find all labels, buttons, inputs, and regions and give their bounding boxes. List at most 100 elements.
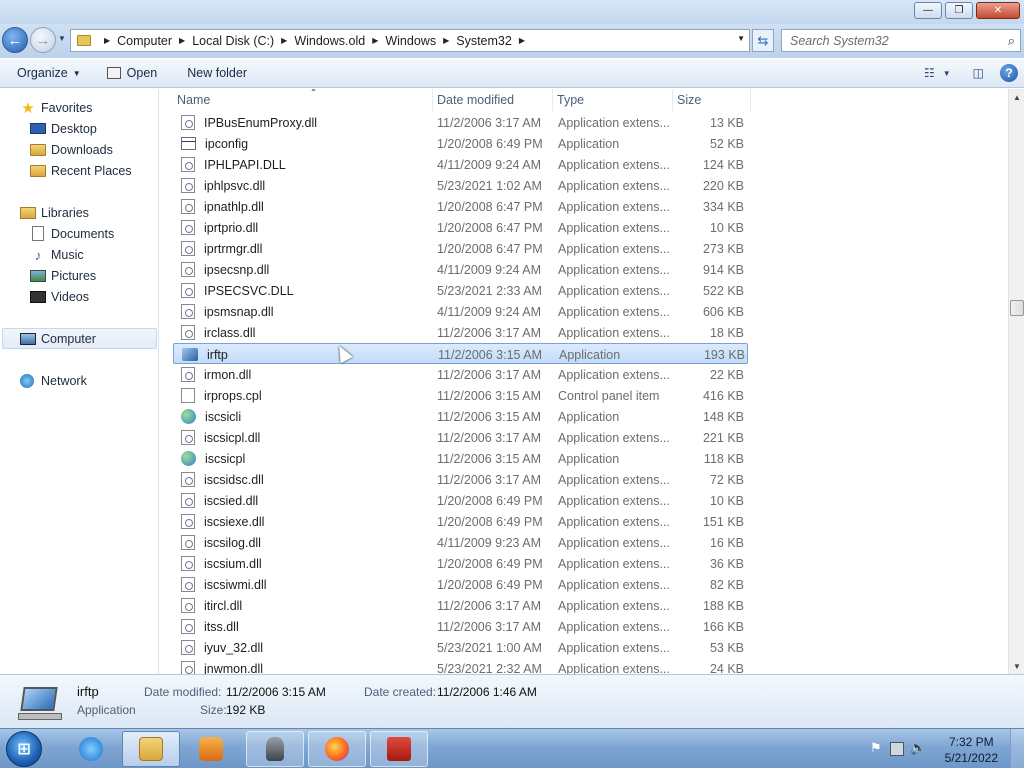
start-button[interactable]: ⊞	[6, 731, 42, 767]
help-button[interactable]: ?	[1000, 62, 1018, 84]
nav-recent-places[interactable]: Recent Places	[30, 160, 132, 181]
file-row[interactable]: iscsiwmi.dll 1/20/2008 6:49 PM Application…	[173, 574, 748, 595]
file-name: IPHLPAPI.DLL	[204, 157, 286, 172]
nav-downloads[interactable]: Downloads	[30, 139, 113, 160]
taskbar-media-player[interactable]	[182, 731, 240, 767]
nav-documents[interactable]: Documents	[30, 223, 114, 244]
column-header-date[interactable]: Date modified	[433, 89, 553, 111]
file-row[interactable]: itircl.dll 11/2/2006 3:17 AM Application e…	[173, 595, 748, 616]
taskbar-windows-explorer[interactable]	[122, 731, 180, 767]
file-row[interactable]: irprops.cpl 11/2/2006 3:15 AM Control pane…	[173, 385, 748, 406]
forward-button[interactable]: →	[30, 27, 56, 53]
new-folder-button[interactable]: New folder	[178, 61, 256, 85]
file-row[interactable]: irmon.dll 11/2/2006 3:17 AM Application ex…	[173, 364, 748, 385]
search-icon[interactable]: ⌕	[1008, 33, 1015, 49]
file-row[interactable]: iscsicpl.dll 11/2/2006 3:17 AM Application…	[173, 427, 748, 448]
file-date-modified: 5/23/2021 2:33 AM	[437, 283, 542, 298]
network-status-icon[interactable]	[890, 742, 904, 756]
address-history-dropdown[interactable]: ▼	[737, 34, 745, 43]
file-row[interactable]: ipnathlp.dll 1/20/2008 6:47 PM Application…	[173, 196, 748, 217]
back-button[interactable]: ←	[2, 27, 28, 53]
scroll-thumb[interactable]	[1010, 300, 1024, 316]
chevron-right-icon[interactable]: ▶	[104, 36, 110, 45]
view-list-icon: ☷	[923, 66, 935, 80]
file-row[interactable]: iscsicpl 11/2/2006 3:15 AM Application 118 …	[173, 448, 748, 469]
file-row[interactable]: iyuv_32.dll 5/23/2021 1:00 AM Application …	[173, 637, 748, 658]
column-header-size[interactable]: Size	[673, 89, 751, 111]
volume-icon[interactable]: 🔈	[910, 740, 926, 755]
minimize-button[interactable]: —	[914, 2, 942, 19]
address-bar[interactable]: ▶ Computer ▶ Local Disk (C:) ▶ Windows.old…	[70, 29, 750, 52]
file-type: Application extens...	[558, 178, 670, 193]
maximize-button[interactable]: ❐	[945, 2, 973, 19]
dll-icon	[181, 283, 195, 298]
file-row[interactable]: iscsied.dll 1/20/2008 6:49 PM Application …	[173, 490, 748, 511]
nav-favorites[interactable]: ★ Favorites	[20, 97, 92, 118]
taskbar-chess[interactable]	[246, 731, 304, 767]
file-name: ipsecsnp.dll	[204, 262, 270, 277]
file-name: iscsicli	[205, 409, 242, 424]
file-row[interactable]: iscsium.dll 1/20/2008 6:49 PM Application …	[173, 553, 748, 574]
chevron-right-icon[interactable]: ▶	[519, 36, 525, 45]
chevron-right-icon[interactable]: ▶	[179, 36, 185, 45]
open-button[interactable]: Open	[98, 61, 167, 85]
preview-pane-button[interactable]: ◫	[973, 62, 984, 84]
refresh-button[interactable]: ⇆	[752, 29, 774, 52]
file-name: iscsiwmi.dll	[204, 577, 267, 592]
file-row[interactable]: ipsmsnap.dll 4/11/2009 9:24 AM Application…	[173, 301, 748, 322]
videos-icon	[30, 290, 46, 303]
chevron-right-icon[interactable]: ▶	[443, 36, 449, 45]
taskbar-internet-explorer[interactable]	[62, 731, 120, 767]
file-row[interactable]: itss.dll 11/2/2006 3:17 AM Application ext…	[173, 616, 748, 637]
recent-pages-dropdown[interactable]: ▼	[58, 34, 66, 43]
file-name-cell: iscsicpl.dll	[181, 427, 260, 448]
file-row[interactable]: IPHLPAPI.DLL 4/11/2009 9:24 AM Application…	[173, 154, 748, 175]
nav-pictures[interactable]: Pictures	[30, 265, 96, 286]
clock[interactable]: 7:32 PM 5/21/2022	[945, 734, 998, 766]
show-desktop-button[interactable]	[1010, 729, 1024, 768]
file-row[interactable]: iprtrmgr.dll 1/20/2008 6:47 PM Application…	[173, 238, 748, 259]
file-row[interactable]: IPBusEnumProxy.dll 11/2/2006 3:17 AM Appli…	[173, 112, 748, 133]
close-button[interactable]: ✕	[976, 2, 1020, 19]
nav-music[interactable]: ♪ Music	[30, 244, 84, 265]
taskbar-firefox[interactable]	[308, 731, 366, 767]
organize-button[interactable]: Organize ▼	[8, 61, 90, 85]
file-row[interactable]: iphlpsvc.dll 5/23/2021 1:02 AM Application…	[173, 175, 748, 196]
breadcrumb-system32[interactable]: System32	[456, 34, 512, 48]
file-row[interactable]: ipsecsnp.dll 4/11/2009 9:24 AM Application…	[173, 259, 748, 280]
chevron-right-icon[interactable]: ▶	[281, 36, 287, 45]
change-view-button[interactable]: ☷	[924, 62, 935, 84]
breadcrumb-windows-old[interactable]: Windows.old	[294, 34, 365, 48]
file-row[interactable]: iprtprio.dll 1/20/2008 6:47 PM Application…	[173, 217, 748, 238]
file-row[interactable]: IPSECSVC.DLL 5/23/2021 2:33 AM Application…	[173, 280, 748, 301]
file-row[interactable]: ipconfig 1/20/2008 6:49 PM Application 52 K…	[173, 133, 748, 154]
nav-computer[interactable]: Computer	[2, 328, 157, 349]
clock-time: 7:32 PM	[948, 735, 994, 749]
search-input[interactable]: Search System32 ⌕	[781, 29, 1021, 52]
nav-libraries[interactable]: Libraries	[20, 202, 89, 223]
file-row[interactable]: iscsiexe.dll 1/20/2008 6:49 PM Application…	[173, 511, 748, 532]
breadcrumb-windows[interactable]: Windows	[385, 34, 436, 48]
file-row[interactable]: iscsicli 11/2/2006 3:15 AM Application 148 …	[173, 406, 748, 427]
file-row[interactable]: iscsidsc.dll 11/2/2006 3:17 AM Application…	[173, 469, 748, 490]
view-options-dropdown[interactable]: ▼	[943, 62, 951, 84]
title-bar[interactable]: — ❐ ✕	[0, 0, 1024, 24]
vertical-scrollbar[interactable]: ▲ ▼	[1008, 89, 1024, 674]
taskbar-toolbox[interactable]	[370, 731, 428, 767]
file-row[interactable]: iscsilog.dll 4/11/2009 9:23 AM Application…	[173, 532, 748, 553]
column-header-name[interactable]: Name ▲	[173, 89, 433, 111]
chevron-right-icon[interactable]: ▶	[372, 36, 378, 45]
scroll-down-button[interactable]: ▼	[1009, 658, 1024, 674]
nav-desktop[interactable]: Desktop	[30, 118, 97, 139]
column-header-type[interactable]: Type	[553, 89, 673, 111]
breadcrumb-computer[interactable]: Computer	[117, 34, 172, 48]
file-row[interactable]: irclass.dll 11/2/2006 3:17 AM Application …	[173, 322, 748, 343]
file-name-cell: iscsicpl	[181, 448, 245, 469]
action-center-flag-icon[interactable]: ⚑	[870, 740, 884, 755]
nav-videos[interactable]: Videos	[30, 286, 89, 307]
scroll-up-button[interactable]: ▲	[1009, 89, 1024, 105]
nav-network[interactable]: Network	[20, 370, 87, 391]
breadcrumb-local-disk[interactable]: Local Disk (C:)	[192, 34, 274, 48]
file-row[interactable]: jnwmon.dll 5/23/2021 2:32 AM Application e…	[173, 658, 748, 674]
file-row[interactable]: irftp 11/2/2006 3:15 AM Application 193 KB	[173, 343, 748, 364]
